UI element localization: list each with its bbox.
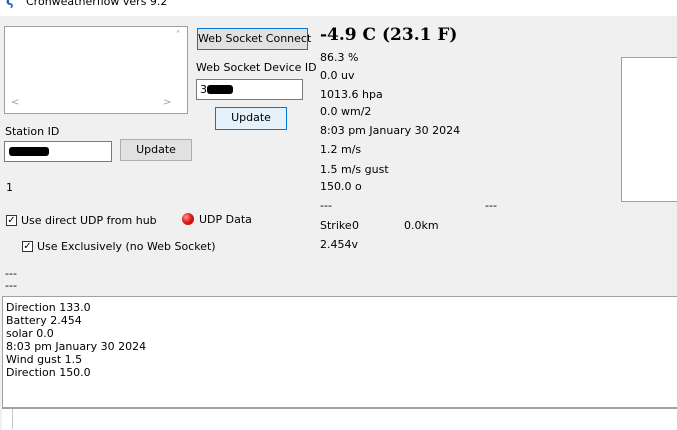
listbox-horizontal-scrollbar[interactable]: < > — [5, 97, 173, 112]
strike-count: 0 — [352, 219, 359, 232]
status-dash: --- — [5, 279, 17, 292]
web-socket-device-id-field[interactable]: 3 — [196, 79, 303, 100]
log-line: solar 0.0 — [6, 327, 54, 340]
bottom-panel — [2, 408, 677, 430]
redaction-mark — [9, 147, 49, 156]
pressure-reading: 1013.6 hpa — [320, 88, 383, 101]
status-dash: --- — [320, 199, 332, 212]
battery-reading: 2.454v — [320, 238, 359, 251]
use-exclusively-checkbox[interactable]: ✓ — [22, 241, 33, 252]
chevron-left-icon[interactable]: < — [11, 97, 19, 108]
web-socket-update-button[interactable]: Update — [215, 107, 287, 130]
udp-data-label: UDP Data — [199, 213, 252, 226]
log-line: 8:03 pm January 30 2024 — [6, 340, 147, 353]
log-line: Direction 150.0 — [6, 366, 91, 379]
log-line: Battery 2.454 — [6, 314, 82, 327]
app-logo-icon: ς — [6, 0, 14, 9]
log-line: Direction 133.0 — [6, 301, 91, 314]
udp-status-led-icon — [182, 213, 194, 225]
strike-label: Strike — [320, 219, 352, 232]
chevron-right-icon[interactable]: > — [163, 97, 171, 108]
redaction-mark — [207, 85, 233, 94]
wind-reading: 1.2 m/s — [320, 143, 362, 156]
station-id-label: Station ID — [5, 125, 60, 138]
station-update-button[interactable]: Update — [120, 139, 192, 161]
gust-reading: 1.5 m/s gust — [320, 163, 389, 176]
uv-reading: 0.0 uv — [320, 69, 355, 82]
station-id-field[interactable] — [4, 141, 112, 162]
strike-distance: 0.0km — [404, 219, 439, 232]
status-dash: --- — [485, 199, 497, 212]
web-socket-device-id-label: Web Socket Device ID — [196, 61, 317, 74]
use-direct-udp-checkbox[interactable]: ✓ — [6, 215, 17, 226]
window-title: Cronweatherflow vers 9.2 — [26, 0, 168, 8]
solar-reading: 0.0 wm/2 — [320, 105, 372, 118]
device-id-value: 3 — [200, 83, 207, 96]
station-count: 1 — [6, 181, 13, 194]
use-direct-udp-label[interactable]: Use direct UDP from hub — [21, 214, 157, 227]
direction-reading: 150.0 o — [320, 180, 362, 193]
use-exclusively-label[interactable]: Use Exclusively (no Web Socket) — [37, 240, 216, 253]
log-textarea[interactable]: Direction 133.0 Battery 2.454 solar 0.0 … — [2, 296, 677, 408]
right-panel — [621, 57, 677, 202]
humidity-reading: 86.3 % — [320, 51, 359, 64]
chevron-up-icon[interactable]: ˄ — [171, 30, 185, 44]
time-reading: 8:03 pm January 30 2024 — [320, 124, 461, 137]
log-line: Wind gust 1.5 — [6, 353, 83, 366]
web-socket-connect-button[interactable]: Web Socket Connect — [197, 28, 311, 50]
divider — [12, 409, 13, 429]
temperature-reading: -4.9 C (23.1 F) — [320, 25, 458, 45]
